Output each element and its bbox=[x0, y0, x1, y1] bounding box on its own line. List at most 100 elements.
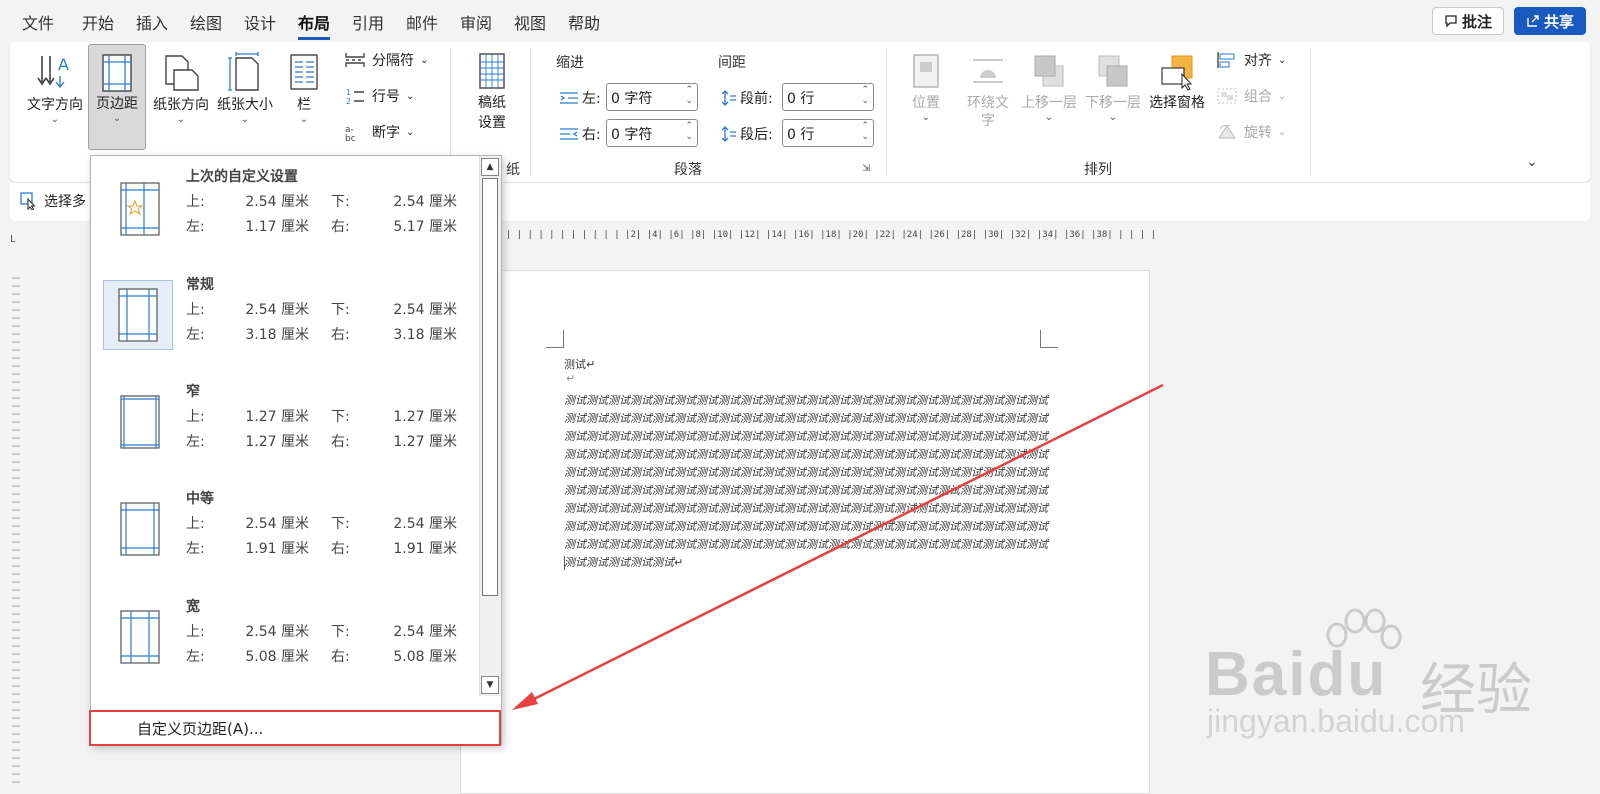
margin-preset-narrow[interactable]: 窄 上: 1.27 厘米 下: 1.27 厘米 左: 1.27 厘米 右: 1.… bbox=[91, 371, 481, 471]
tab-home[interactable]: 开始 bbox=[82, 10, 114, 34]
margin-preview bbox=[105, 602, 175, 672]
manuscript-button[interactable]: 稿纸 设置 bbox=[470, 52, 514, 148]
vertical-ruler[interactable] bbox=[8, 270, 24, 794]
scrollbar-thumb[interactable] bbox=[482, 178, 498, 596]
indent-left-value: 0 字符 bbox=[611, 91, 653, 107]
tab-layout[interactable]: 布局 bbox=[298, 10, 331, 40]
margin-preset-normal[interactable]: 常规 上: 2.54 厘米 下: 2.54 厘米 左: 3.18 厘米 右: 3… bbox=[91, 264, 481, 364]
paper-size-button[interactable]: 纸张大小 ⌄ bbox=[214, 52, 276, 152]
send-backward-button[interactable]: 下移一层 ⌄ bbox=[1082, 52, 1144, 148]
document-heading[interactable]: 测试↵ bbox=[564, 356, 595, 372]
text-direction-button[interactable]: A 文字方向 ⌄ bbox=[24, 52, 86, 152]
tab-stop-selector-icon[interactable]: L bbox=[10, 234, 16, 245]
chevron-down-icon: ⌄ bbox=[921, 112, 931, 123]
manuscript-icon bbox=[479, 53, 505, 89]
tab-view[interactable]: 视图 bbox=[514, 10, 546, 34]
group-label: 组合 bbox=[1244, 89, 1272, 105]
margin-preset-moderate[interactable]: 中等 上: 2.54 厘米 下: 2.54 厘米 左: 1.91 厘米 右: 1… bbox=[91, 478, 481, 578]
indent-right-input[interactable]: 0 字符 ⌃ ⌄ bbox=[606, 119, 698, 147]
empty-paragraph-mark[interactable]: ↵ bbox=[566, 372, 575, 385]
margin-corner-mark bbox=[1040, 330, 1058, 348]
tab-review[interactable]: 审阅 bbox=[460, 10, 492, 34]
bottom-label: 下: bbox=[331, 194, 350, 210]
left-label: 左: bbox=[186, 649, 205, 665]
chevron-down-icon: ⌄ bbox=[176, 114, 186, 125]
spinner-arrows-icon[interactable]: ⌃ ⌄ bbox=[861, 121, 869, 143]
margin-preset-last-custom[interactable]: 上次的自定义设置 上: 2.54 厘米 下: 2.54 厘米 左: 1.17 厘… bbox=[91, 156, 481, 256]
right-label: 右: bbox=[331, 327, 350, 343]
group-button[interactable]: 组合 ⌄ bbox=[1216, 86, 1286, 106]
top-value: 2.54 厘米 bbox=[245, 624, 309, 640]
select-multiple-button[interactable]: 选择多 bbox=[20, 191, 86, 211]
chevron-down-icon: ⌄ bbox=[1044, 112, 1054, 123]
margins-label: 页边距 bbox=[96, 96, 138, 112]
document-body-text[interactable]: 测试测试测试测试测试测试测试测试测试测试测试测试测试测试测试测试测试测试测试测试… bbox=[564, 392, 1049, 572]
select-objects-icon bbox=[20, 192, 36, 210]
chevron-down-icon: ⌄ bbox=[299, 114, 309, 125]
spacing-after-input[interactable]: 0 行 ⌃ ⌄ bbox=[782, 119, 874, 147]
chevron-down-icon: ⌄ bbox=[1278, 90, 1287, 102]
bottom-value: 1.27 厘米 bbox=[393, 409, 457, 425]
right-value: 3.18 厘米 bbox=[393, 327, 457, 343]
margin-preview-icon bbox=[118, 288, 158, 342]
tab-design[interactable]: 设计 bbox=[244, 10, 276, 34]
selection-pane-button[interactable]: 选择窗格 bbox=[1146, 52, 1208, 148]
align-button[interactable]: 对齐 ⌄ bbox=[1216, 50, 1286, 70]
bring-forward-button[interactable]: 上移一层 ⌄ bbox=[1018, 52, 1080, 148]
margins-dropdown: ▲ ▼ 上次的自定义设置 上: 2.54 厘米 下: 2.54 厘米 左: 1.… bbox=[89, 155, 502, 746]
orientation-icon bbox=[165, 55, 199, 91]
indent-right-text: 右: bbox=[582, 127, 601, 143]
select-multiple-label: 选择多 bbox=[44, 194, 86, 210]
position-label: 位置 bbox=[912, 95, 940, 111]
left-value: 5.08 厘米 bbox=[245, 649, 309, 665]
tab-help[interactable]: 帮助 bbox=[568, 10, 600, 34]
horizontal-ruler[interactable]: | | | | | | | | | | | | |2| |4| |6| |8| … bbox=[495, 230, 1155, 246]
margin-preview-icon bbox=[120, 395, 160, 449]
spinner-arrows-icon[interactable]: ⌃ ⌄ bbox=[685, 121, 693, 143]
scroll-up-icon[interactable]: ▲ bbox=[481, 158, 499, 176]
tab-draw[interactable]: 绘图 bbox=[190, 10, 222, 34]
tab-file[interactable]: 文件 bbox=[22, 10, 54, 34]
custom-margins-menu-item[interactable]: 自定义页边距(A)... bbox=[89, 710, 501, 746]
dialog-launcher-icon[interactable]: ⇲ bbox=[862, 163, 870, 174]
orientation-button[interactable]: 纸张方向 ⌄ bbox=[150, 52, 212, 152]
line-numbers-button[interactable]: 12 行号 ⌄ bbox=[344, 86, 414, 106]
rotate-icon bbox=[1218, 124, 1236, 139]
bottom-value: 2.54 厘米 bbox=[393, 516, 457, 532]
right-label: 右: bbox=[331, 541, 350, 557]
margin-preview-icon bbox=[120, 610, 160, 664]
selection-pane-icon bbox=[1161, 55, 1193, 91]
breaks-label: 分隔符 bbox=[372, 53, 414, 69]
position-button[interactable]: 位置 ⌄ bbox=[906, 52, 946, 148]
menu-bar: 文件 开始 插入 绘图 设计 布局 引用 邮件 审阅 视图 帮助 批注 共享 bbox=[0, 0, 1600, 42]
share-button[interactable]: 共享 bbox=[1514, 7, 1586, 35]
paragraph-group-label: 段落 bbox=[674, 162, 702, 178]
margins-button[interactable]: 页边距 ⌄ bbox=[88, 44, 146, 150]
right-value: 1.91 厘米 bbox=[393, 541, 457, 557]
columns-button[interactable]: 栏 ⌄ bbox=[284, 52, 324, 152]
collapse-ribbon-icon[interactable]: ⌄ bbox=[1526, 154, 1538, 170]
bring-forward-icon bbox=[1034, 55, 1064, 87]
tab-insert[interactable]: 插入 bbox=[136, 10, 168, 34]
margin-preview-star-icon bbox=[120, 182, 160, 236]
comments-button[interactable]: 批注 bbox=[1432, 7, 1504, 35]
breaks-button[interactable]: 分隔符 ⌄ bbox=[344, 50, 428, 70]
rotate-button[interactable]: 旋转 ⌄ bbox=[1216, 122, 1286, 142]
spinner-arrows-icon[interactable]: ⌃ ⌄ bbox=[861, 85, 869, 107]
spacing-before-input[interactable]: 0 行 ⌃ ⌄ bbox=[782, 83, 874, 111]
tab-mailings[interactable]: 邮件 bbox=[406, 10, 438, 34]
scroll-down-icon[interactable]: ▼ bbox=[481, 676, 499, 694]
columns-label: 栏 bbox=[297, 97, 311, 113]
indent-title: 缩进 bbox=[556, 55, 584, 71]
hyphenation-button[interactable]: a-bc 断字 ⌄ bbox=[344, 122, 414, 142]
selection-pane-label: 选择窗格 bbox=[1149, 95, 1205, 111]
svg-text:bc: bc bbox=[345, 134, 356, 141]
spinner-arrows-icon[interactable]: ⌃ ⌄ bbox=[685, 85, 693, 107]
tab-references[interactable]: 引用 bbox=[352, 10, 384, 34]
wrap-text-button[interactable]: 环绕文 字 bbox=[960, 52, 1016, 148]
margin-preview bbox=[105, 494, 175, 564]
margins-icon bbox=[102, 54, 132, 92]
columns-icon bbox=[290, 54, 318, 90]
margin-preset-wide[interactable]: 宽 上: 2.54 厘米 下: 2.54 厘米 左: 5.08 厘米 右: 5.… bbox=[91, 586, 481, 686]
indent-left-input[interactable]: 0 字符 ⌃ ⌄ bbox=[606, 83, 698, 111]
